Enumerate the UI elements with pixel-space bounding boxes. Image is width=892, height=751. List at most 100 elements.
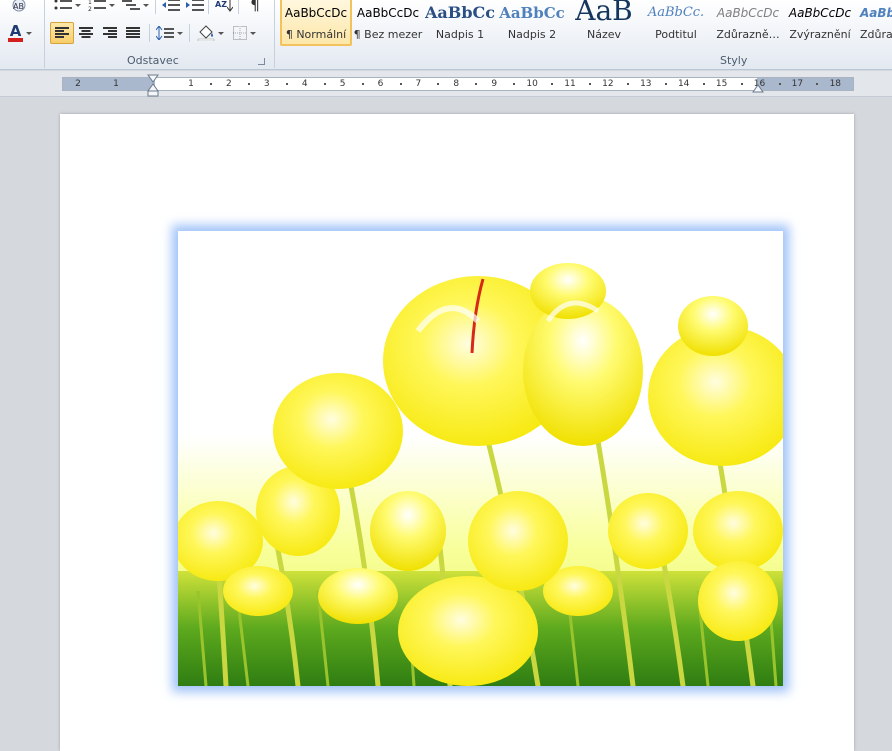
ruler-tick [589, 83, 591, 85]
multilevel-list-button[interactable] [120, 0, 150, 16]
style-sample: AaBbCcDc [788, 6, 852, 20]
style-name: Nadpis 1 [435, 28, 485, 41]
ruler-tick [626, 83, 629, 85]
style-sample: AaBbCc [499, 4, 565, 22]
multilevel-list-icon [121, 0, 140, 10]
right-indent-marker[interactable] [752, 82, 764, 94]
spelling-icon[interactable]: AB [0, 0, 40, 18]
ruler-number: 10 [526, 79, 538, 89]
ruler-number: 17 [791, 79, 804, 89]
ruler-number: 9 [491, 79, 498, 89]
style-sample: AaBbCcDc [716, 6, 780, 20]
group-divider [44, 0, 45, 68]
toolbar-divider [149, 24, 150, 42]
style-name: Zvýraznění [789, 28, 851, 41]
style-sample: AaBb [860, 6, 892, 20]
justify-button[interactable] [121, 22, 145, 44]
align-right-button[interactable] [98, 22, 122, 44]
left-indent-marker[interactable] [146, 74, 160, 98]
style-name: ¶ Bez mezer [353, 28, 423, 41]
paragraph-dialog-launcher[interactable] [258, 58, 265, 65]
ruler-tick [437, 83, 440, 85]
ruler-number: 11 [564, 79, 576, 89]
numbering-button[interactable]: 12 [86, 0, 116, 16]
style-title[interactable]: AaB Název [568, 0, 640, 48]
show-formatting-button[interactable]: ¶ [244, 0, 266, 16]
decrease-indent-button[interactable] [160, 0, 182, 16]
ruler-number: 1 [113, 79, 119, 89]
style-subtitle[interactable]: AaBbCc. Podtitul [640, 0, 712, 48]
chevron-down-icon [26, 31, 33, 35]
font-color-letter: A [7, 22, 24, 42]
document-page[interactable] [60, 114, 854, 751]
ruler-number: 6 [377, 79, 384, 89]
align-left-button[interactable] [50, 22, 74, 44]
style-normal[interactable]: AaBbCcDc ¶ Normální [280, 0, 352, 46]
ruler-tick [475, 83, 478, 85]
bullets-button[interactable] [52, 0, 82, 16]
svg-text:AB: AB [13, 2, 24, 11]
ruler-number: 3 [263, 79, 270, 89]
ruler-number: 5 [339, 79, 346, 89]
styles-group-label: Styly [720, 54, 748, 67]
style-name: Název [586, 28, 622, 41]
ruler-number: 13 [640, 79, 652, 89]
style-no-spacing[interactable]: AaBbCcDc ¶ Bez mezer [352, 0, 424, 48]
shading-button[interactable] [194, 22, 226, 44]
ruler-tick [740, 83, 743, 85]
ruler-tick [210, 83, 212, 85]
style-name: Nadpis 2 [507, 28, 557, 41]
line-spacing-icon [155, 26, 174, 40]
horizontal-ruler[interactable]: 2 1 1 2 3 4 5 6 7 8 9 10 11 12 13 14 15 16 17 18 [62, 77, 854, 91]
toolbar-divider [189, 24, 190, 42]
ruler-tick [399, 83, 402, 85]
numbered-list-icon: 12 [88, 0, 106, 12]
style-intense-emphasis[interactable]: AaBb Zdůra [856, 0, 892, 48]
sort-icon: AZ [215, 0, 227, 9]
style-heading-1[interactable]: AaBbCc Nadpis 1 [424, 0, 496, 48]
style-sample: AaBbCcDc [356, 6, 420, 20]
ruler-tick [285, 83, 288, 85]
align-center-button[interactable] [74, 22, 98, 44]
borders-icon [232, 26, 247, 40]
style-name: ¶ Normální [285, 28, 347, 41]
ruler-number: 18 [829, 79, 842, 89]
borders-button[interactable] [228, 22, 260, 44]
decrease-indent-icon [162, 0, 180, 11]
style-sample: AaBbCc. [647, 5, 705, 20]
font-color-button[interactable]: A [0, 22, 40, 44]
ruler-tick [816, 83, 819, 85]
group-divider [274, 0, 275, 68]
style-sample: AaBbCc [425, 3, 495, 22]
style-subtle-emphasis[interactable]: AaBbCcDc Zdůrazně… [712, 0, 784, 48]
tulip-photo[interactable] [178, 231, 783, 686]
ribbon: AB A 12 AZ ¶ Odstavec AaBbCcDc ¶ Normáln… [0, 0, 892, 70]
sort-button[interactable]: AZ [212, 0, 236, 16]
align-right-icon [103, 27, 117, 38]
style-sample: AaB [575, 0, 633, 26]
paint-bucket-icon [197, 25, 214, 41]
style-sample: AaBbCcDc [284, 6, 348, 20]
ruler-number: 4 [301, 79, 308, 89]
toolbar-divider [208, 0, 209, 14]
ruler-number: 12 [602, 79, 614, 89]
ruler-number: 8 [453, 79, 460, 89]
style-name: Podtitul [655, 28, 697, 41]
ruler-number: 7 [415, 79, 422, 89]
paragraph-group-label: Odstavec [127, 54, 179, 67]
line-spacing-button[interactable] [153, 22, 185, 44]
increase-indent-icon [186, 0, 204, 11]
ruler-tick [323, 83, 326, 85]
increase-indent-button[interactable] [184, 0, 206, 16]
style-emphasis[interactable]: AaBbCcDc Zvýraznění [784, 0, 856, 48]
ruler-number: 14 [677, 79, 690, 89]
ruler-tick [702, 83, 705, 85]
style-heading-2[interactable]: AaBbCc Nadpis 2 [496, 0, 568, 48]
style-name: Zdůrazně… [716, 28, 780, 41]
ruler-number: 1 [188, 79, 194, 89]
ruler-tick [247, 83, 250, 85]
ruler-tick [361, 83, 364, 85]
toolbar-divider [238, 0, 239, 14]
ruler-number: 2 [75, 79, 81, 89]
justify-icon [126, 27, 140, 38]
